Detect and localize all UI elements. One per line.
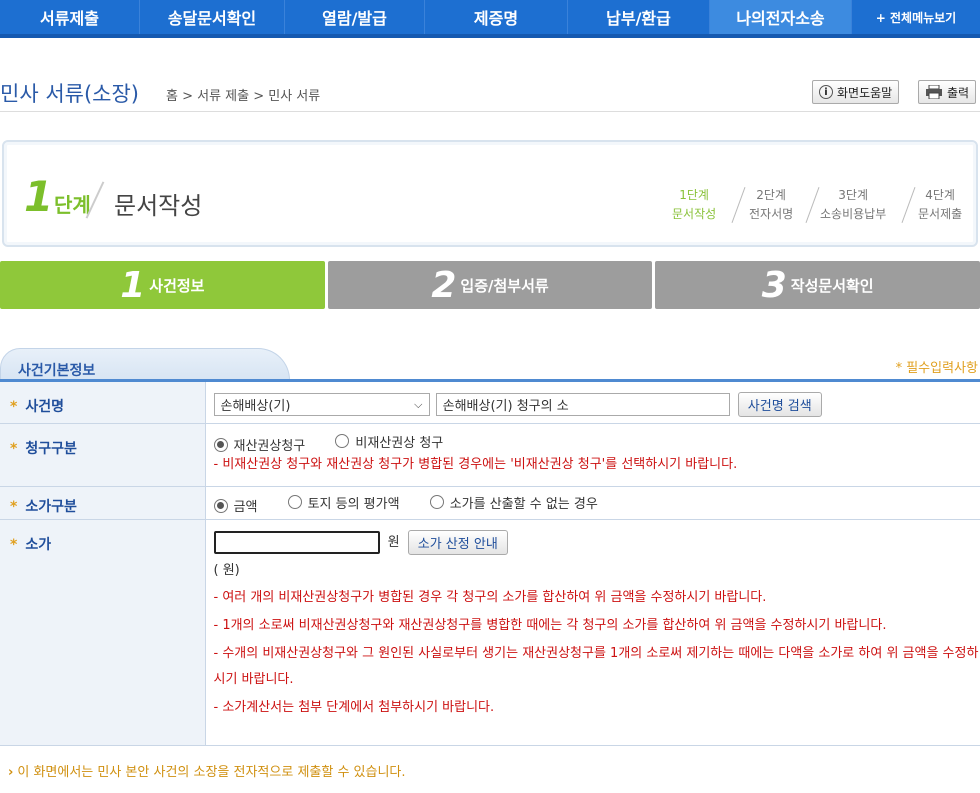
info-icon: i <box>819 85 833 99</box>
amount-calc-guide-button[interactable]: 소가 산정 안내 <box>407 529 508 555</box>
nav-item-payment[interactable]: 납부/환급 <box>568 0 710 34</box>
radio-empty-icon <box>287 495 302 509</box>
amount-label: * 소가 <box>0 519 206 746</box>
chevron-right-icon: › <box>8 765 14 780</box>
current-step-title: 문서작성 <box>114 192 203 220</box>
nav-item-certificate[interactable]: 제증명 <box>425 0 568 34</box>
radio-non-property-claim[interactable]: 비재산권상 청구 <box>335 432 443 451</box>
top-nav: 서류제출 송달문서확인 열람/발급 제증명 납부/환급 나의전자소송 + 전체메… <box>0 0 980 38</box>
amount-unit-paren: ( 원) <box>213 562 240 578</box>
tab-evidence-attachments[interactable]: 2 입증/첨부서류 <box>327 261 653 309</box>
tab-document-review[interactable]: 3 작성문서확인 <box>655 261 980 309</box>
help-button-label: 화면도움말 <box>837 85 893 100</box>
amount-note-2: - 1개의 소로써 비재산권상청구와 재산권상청구를 병합한 때에는 각 청구의… <box>213 617 887 633</box>
claim-type-label: * 청구구분 <box>0 423 206 487</box>
radio-uncalculable[interactable]: 소가를 산출할 수 없는 경우 <box>429 493 598 512</box>
help-button[interactable]: i 화면도움말 <box>812 80 900 104</box>
step-4: 4단계 문서제출 <box>918 188 963 221</box>
row-amount: * 소가 원 소가 산정 안내 ( 원) - 여러 개의 비재산권상청구가 병합된… <box>0 519 980 746</box>
radio-empty-icon <box>429 495 444 509</box>
step-1: 1단계 문서작성 <box>672 188 717 221</box>
step-indicator: 1 단계 문서작성 1단계 문서작성 2단계 전자서명 3단계 소송비용납부 4… <box>2 140 978 247</box>
step-divider <box>805 186 820 224</box>
case-name-select[interactable]: 손해배상(기) ⌵ <box>213 393 430 416</box>
footer-note: › 이 화면에서는 민사 본안 사건의 소장을 전자적으로 제출할 수 있습니다. <box>8 765 406 780</box>
amount-note-1: - 여러 개의 비재산권상청구가 병합된 경우 각 청구의 소가를 합산하여 위… <box>213 589 767 605</box>
current-step-number: 1 <box>24 172 54 221</box>
amount-unit: 원 <box>387 534 400 550</box>
nav-item-all-menu[interactable]: + 전체메뉴보기 <box>852 0 980 34</box>
breadcrumb: 홈 > 서류 제출 > 민사 서류 <box>166 89 321 104</box>
case-name-search-button[interactable]: 사건명 검색 <box>737 392 822 417</box>
radio-land-valuation[interactable]: 토지 등의 평가액 <box>287 493 400 512</box>
print-button[interactable]: 출력 <box>918 80 977 104</box>
case-name-input[interactable]: 손해배상(기) 청구의 소 <box>435 393 730 416</box>
section-tab: 사건기본정보 <box>0 348 290 382</box>
radio-empty-icon <box>335 434 350 448</box>
tab-case-info[interactable]: 1 사건정보 <box>0 261 325 309</box>
step-2: 2단계 전자서명 <box>749 188 794 221</box>
row-case-name: * 사건명 손해배상(기) ⌵ 손해배상(기) 청구의 소 사건명 검색 <box>0 382 980 424</box>
case-name-label: * 사건명 <box>0 382 206 424</box>
step-divider <box>901 186 916 224</box>
section-title: 사건기본정보 <box>18 363 96 379</box>
nav-item-delivery[interactable]: 송달문서확인 <box>140 0 285 34</box>
nav-item-view-issue[interactable]: 열람/발급 <box>285 0 425 34</box>
page-title: 민사 서류(소장) <box>0 82 139 106</box>
amount-note-3: - 수개의 비재산권상청구와 그 원인된 사실로부터 생기는 재산권상청구를 1… <box>213 645 979 687</box>
sub-step-tabs: 1 사건정보 2 입증/첨부서류 3 작성문서확인 <box>0 261 980 309</box>
nav-item-my-ecourt[interactable]: 나의전자소송 <box>710 0 852 34</box>
section-header: 사건기본정보 * 필수입력사항 <box>0 348 980 382</box>
chevron-down-icon: ⌵ <box>414 397 423 411</box>
amount-input[interactable] <box>213 530 380 554</box>
required-note: * 필수입력사항 <box>895 361 978 376</box>
current-step-unit: 단계 <box>54 193 91 217</box>
claim-type-notice: - 비재산권상 청구와 재산권상 청구가 병합된 경우에는 '비재산권상 청구'… <box>213 457 738 472</box>
amount-note-4: - 소가계산서는 첨부 단계에서 첨부하시기 바랍니다. <box>213 699 495 715</box>
radio-selected-icon <box>213 437 228 452</box>
printer-icon <box>926 85 942 99</box>
radio-selected-icon <box>213 498 228 513</box>
row-claim-type: * 청구구분 재산권상청구 비재산권상 청구 - 비재산권상 청구와 재산권상 청… <box>0 423 980 487</box>
page-header: 민사 서류(소장) 홈 > 서류 제출 > 민사 서류 i 화면도움말 출력 <box>0 78 980 112</box>
value-type-label: * 소가구분 <box>0 486 206 520</box>
case-info-form: * 사건명 손해배상(기) ⌵ 손해배상(기) 청구의 소 사건명 검색 * 청구구… <box>0 382 980 746</box>
radio-amount[interactable]: 금액 <box>213 496 257 515</box>
print-button-label: 출력 <box>947 85 970 100</box>
step-divider <box>731 186 746 224</box>
nav-item-submit[interactable]: 서류제출 <box>0 0 140 34</box>
step-3: 3단계 소송비용납부 <box>820 188 887 221</box>
row-value-type: * 소가구분 금액 토지 등의 평가액 소가를 산출할 수 없는 경우 <box>0 486 980 520</box>
